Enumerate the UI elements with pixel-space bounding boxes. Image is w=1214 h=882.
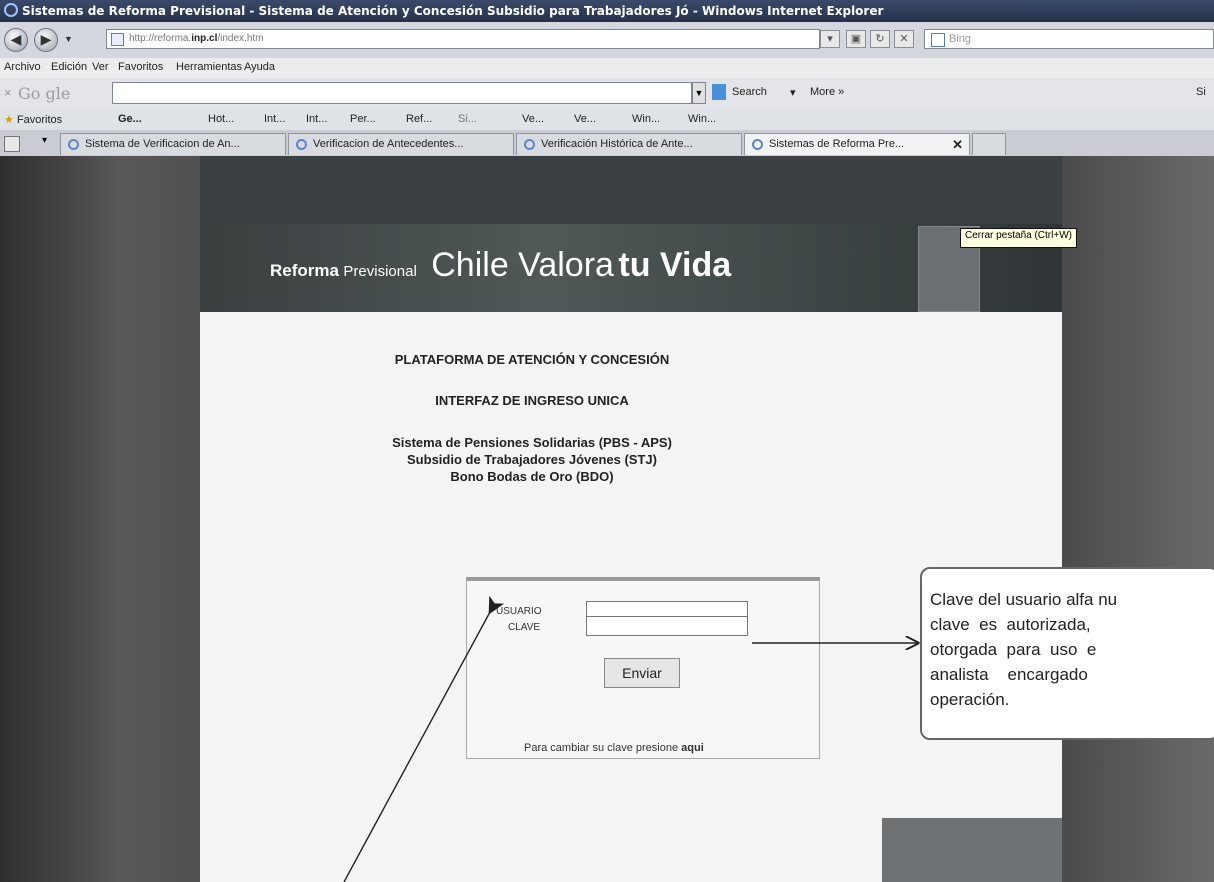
annotation-arrows (343, 595, 1214, 882)
user-arrow (343, 595, 505, 882)
bottom-decoration (882, 818, 1062, 882)
